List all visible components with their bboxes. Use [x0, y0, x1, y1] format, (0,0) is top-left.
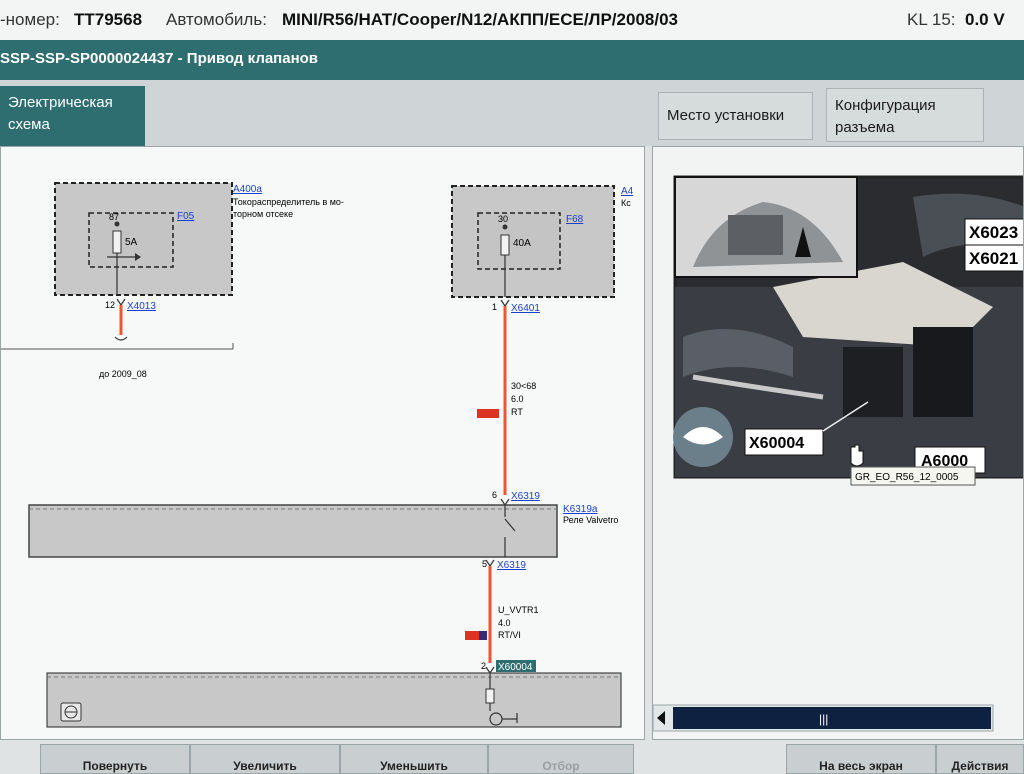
connector-x6319-top[interactable]: X6319: [511, 491, 540, 502]
kl15-value: 0.0 V: [965, 10, 1005, 29]
rotate-button[interactable]: Повернуть: [40, 744, 190, 774]
variant-note: до 2009_08: [99, 369, 147, 379]
relay-id[interactable]: K6319a: [563, 504, 598, 515]
fuse-f05-rating: 5A: [125, 237, 138, 248]
document-title-bar: SSP-SSP-SP0000024437 - Привод клапанов: [0, 40, 1024, 80]
relay-pin-6: 6: [492, 490, 497, 500]
component-a4-id[interactable]: A4: [621, 186, 634, 197]
callout-x6023[interactable]: X6023: [964, 218, 1024, 246]
installation-image-panel: X6023 X6021 X60004 A6000 GR_EO_R56_12_00…: [652, 146, 1024, 740]
photo-caption: GR_EO_R56_12_0005: [855, 472, 959, 483]
actions-button[interactable]: Действия: [936, 744, 1024, 774]
fuse-f68-rating: 40A: [513, 238, 531, 249]
installation-photo: X6023 X6021 X60004 A6000 GR_EO_R56_12_00…: [653, 175, 1024, 732]
callout-x6021-text: X6021: [969, 249, 1018, 268]
wire-30-68[interactable]: [500, 299, 510, 495]
tab-install-location[interactable]: Место установки: [658, 92, 813, 140]
tab-electrical-schematic[interactable]: Электрическая схема: [0, 86, 145, 146]
tab-connector-configuration[interactable]: Конфигурация разъема: [826, 88, 984, 142]
fullscreen-button[interactable]: На весь экран: [786, 744, 936, 774]
vin-label: -номер:: [0, 10, 60, 29]
fuse-f68-id[interactable]: F68: [566, 214, 584, 225]
zoom-out-button[interactable]: Уменьшить: [340, 744, 488, 774]
relay-k6319a[interactable]: [28, 498, 558, 558]
pin-1-label: 1: [492, 302, 497, 312]
vehicle-label: Автомобиль:: [166, 10, 267, 29]
wire-u-vvtr1[interactable]: [485, 559, 495, 663]
fuse-f68-pin-top: 30: [498, 214, 508, 224]
wire-1-name: 30<68: [511, 381, 536, 391]
vin-value: TT79568: [74, 10, 143, 29]
document-title: SSP-SSP-SP0000024437 - Привод клапанов: [0, 50, 319, 67]
wiring-diagram: A400a Токораспределитель в мо- торном от…: [1, 182, 634, 728]
vehicle-info-bar: -номер: TT79568 Автомобиль: MINI/R56/HAT…: [0, 0, 1024, 41]
svg-text:|||: |||: [819, 712, 828, 726]
component-a400a-desc-1: Токораспределитель в мо-: [233, 197, 344, 207]
component-a400a-id[interactable]: A400a: [233, 184, 262, 195]
wire-1-color: RT: [511, 407, 523, 417]
wire-2-gauge: 4.0: [498, 618, 511, 628]
callout-x6023-text: X6023: [969, 223, 1018, 242]
wire-1-gauge: 6.0: [511, 394, 524, 404]
solenoid-symbol-icon: [60, 702, 82, 722]
pin-12-label: 12: [105, 300, 115, 310]
connector-x60004-label[interactable]: X60004: [498, 662, 533, 673]
zoom-in-button[interactable]: Увеличить: [190, 744, 340, 774]
kl15-label: KL 15:: [907, 10, 956, 29]
relay-desc: Реле Valvetro: [563, 515, 618, 525]
wire-1-color-swatch: [477, 409, 499, 418]
location-inset: [674, 176, 858, 278]
wire-2-color: RT/VI: [498, 630, 521, 640]
component-a400a[interactable]: [54, 182, 233, 296]
callout-x60004-text: X60004: [749, 435, 804, 452]
fuse-f05-id[interactable]: F05: [177, 211, 195, 222]
callout-x6021[interactable]: X6021: [964, 244, 1024, 272]
actuator-component[interactable]: [46, 666, 622, 728]
wire-x4013[interactable]: [1, 298, 234, 350]
bottom-pin-2: 2: [481, 661, 486, 671]
component-a4[interactable]: [451, 185, 615, 298]
component-a400a-desc-2: торном отсеке: [233, 209, 293, 219]
wire-2-name: U_VVTR1: [498, 605, 539, 615]
horizontal-scrollbar[interactable]: |||: [653, 704, 994, 732]
component-a4-desc: Кс: [621, 198, 631, 208]
connector-x6401-label[interactable]: X6401: [511, 303, 540, 314]
wire-2-color-swatch: [465, 631, 487, 640]
vehicle-value: MINI/R56/HAT/Cooper/N12/АКПП/ECE/ЛР/2008…: [282, 10, 678, 29]
fuse-f05-pin-top: 87: [109, 212, 119, 222]
connector-x6319-bottom[interactable]: X6319: [497, 560, 526, 571]
connector-x4013-label[interactable]: X4013: [127, 301, 156, 312]
wiring-diagram-panel: A400a Токораспределитель в мо- торном от…: [0, 146, 645, 740]
selection-button[interactable]: Отбор: [488, 744, 634, 774]
